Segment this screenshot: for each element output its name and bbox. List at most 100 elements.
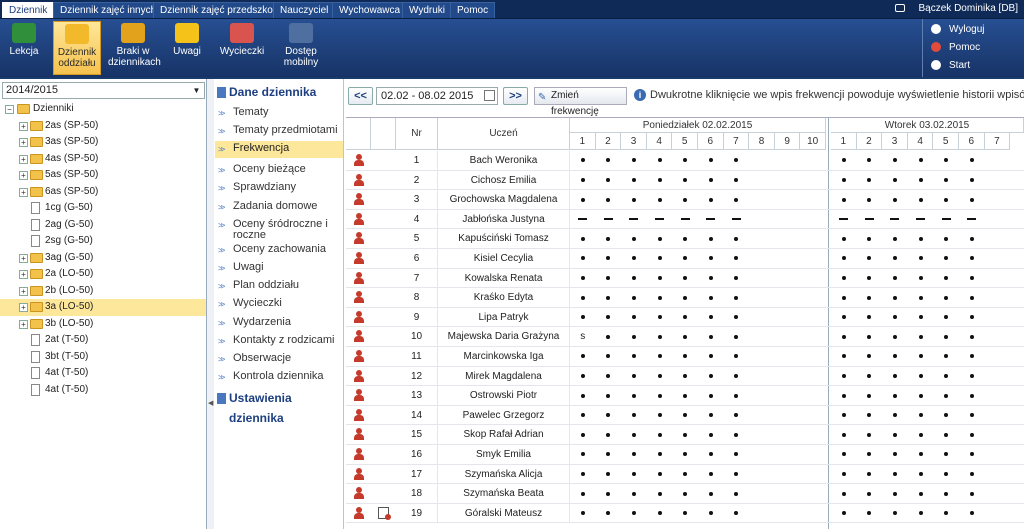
expand-icon[interactable]: +: [19, 154, 28, 164]
next-week-button[interactable]: >>: [503, 87, 528, 105]
student-name[interactable]: Kowalska Renata: [438, 268, 570, 288]
attendance-mark[interactable]: [933, 288, 959, 307]
attendance-mark[interactable]: [570, 386, 596, 405]
attendance-mark[interactable]: [570, 210, 596, 229]
tree-item[interactable]: +5as (SP-50): [0, 167, 206, 184]
attendance-mark[interactable]: [672, 308, 698, 327]
attendance-mark[interactable]: [882, 229, 908, 248]
person-icon[interactable]: [354, 428, 364, 441]
attendance-mark[interactable]: [672, 465, 698, 484]
student-name[interactable]: Kisiel Cecylia: [438, 249, 570, 268]
attendance-mark[interactable]: [933, 210, 959, 229]
attendance-mark[interactable]: [831, 171, 857, 190]
attendance-mark[interactable]: [698, 445, 724, 464]
attendance-mark[interactable]: [672, 151, 698, 170]
person-icon[interactable]: [354, 291, 364, 304]
attendance-mark[interactable]: [933, 229, 959, 248]
attendance-mark[interactable]: [831, 269, 857, 288]
attendance-mark[interactable]: [672, 406, 698, 425]
attendance-mark[interactable]: [959, 249, 985, 268]
attendance-mark[interactable]: [647, 190, 673, 209]
link-wyloguj[interactable]: Wyloguj: [931, 21, 984, 37]
attendance-mark[interactable]: [831, 288, 857, 307]
attendance-mark[interactable]: [698, 484, 724, 503]
tree-item[interactable]: +3ag (G-50): [0, 250, 206, 267]
attendance-mark[interactable]: [882, 308, 908, 327]
person-icon[interactable]: [354, 487, 364, 500]
chevron-down-icon[interactable]: ▼: [190, 84, 203, 97]
tree-item[interactable]: +3a (LO-50): [0, 299, 206, 316]
attendance-mark[interactable]: [908, 386, 934, 405]
tab-wydruki[interactable]: Wydruki: [402, 2, 453, 18]
toolbar-dziennik-oddziału-button[interactable]: Dziennik oddziału: [53, 21, 101, 75]
attendance-mark[interactable]: [831, 249, 857, 268]
attendance-mark[interactable]: [933, 386, 959, 405]
attendance-mark[interactable]: [882, 367, 908, 386]
tree-item[interactable]: +3as (SP-50): [0, 134, 206, 151]
attendance-mark[interactable]: [647, 386, 673, 405]
person-icon[interactable]: [354, 389, 364, 402]
attendance-mark[interactable]: [857, 190, 883, 209]
attendance-mark[interactable]: [933, 327, 959, 346]
attendance-mark[interactable]: [621, 229, 647, 248]
attendance-mark[interactable]: [698, 190, 724, 209]
attendance-mark[interactable]: [621, 288, 647, 307]
attendance-mark[interactable]: [857, 406, 883, 425]
student-name[interactable]: Marcinkowska Iga: [438, 347, 570, 366]
link-pomoc[interactable]: Pomoc: [931, 39, 984, 55]
toolbar-lekcja-button[interactable]: Lekcja: [4, 21, 44, 75]
attendance-mark[interactable]: [882, 210, 908, 229]
menu-item-kontakty-z-rodzicami[interactable]: >> Kontakty z rodzicami: [215, 333, 343, 350]
attendance-mark[interactable]: [698, 151, 724, 170]
attendance-mark[interactable]: [570, 308, 596, 327]
person-icon[interactable]: [354, 448, 364, 460]
attendance-mark[interactable]: [596, 504, 622, 523]
attendance-mark[interactable]: [857, 386, 883, 405]
attendance-mark[interactable]: [621, 504, 647, 523]
attendance-mark[interactable]: [647, 504, 673, 523]
attendance-mark[interactable]: [570, 151, 596, 170]
attendance-mark[interactable]: [596, 249, 622, 268]
attendance-mark[interactable]: [959, 229, 985, 248]
attendance-mark[interactable]: [882, 484, 908, 503]
attendance-mark[interactable]: [908, 445, 934, 464]
attendance-mark[interactable]: [857, 249, 883, 268]
attendance-mark[interactable]: [570, 269, 596, 288]
attendance-mark[interactable]: [672, 171, 698, 190]
school-year-select[interactable]: 2014/2015 ▼: [2, 82, 205, 99]
tree-item[interactable]: +3b (LO-50): [0, 316, 206, 333]
tree-item[interactable]: 1cg (G-50): [0, 200, 206, 217]
tab-wychowawca[interactable]: Wychowawca: [332, 2, 408, 18]
attendance-mark[interactable]: [621, 484, 647, 503]
student-name[interactable]: Majewska Daria Grażyna: [438, 327, 570, 347]
attendance-mark[interactable]: [831, 151, 857, 170]
attendance-mark[interactable]: [698, 327, 724, 346]
tab-dziennik-zajęć-przedszkola[interactable]: Dziennik zajęć przedszkola: [153, 2, 288, 18]
attendance-mark[interactable]: [857, 445, 883, 464]
attendance-mark[interactable]: [647, 249, 673, 268]
attendance-mark[interactable]: [672, 367, 698, 386]
attendance-mark[interactable]: [959, 308, 985, 327]
attendance-mark[interactable]: [959, 210, 985, 229]
attendance-mark[interactable]: [724, 406, 750, 425]
attendance-mark[interactable]: [621, 425, 647, 444]
attendance-mark[interactable]: [882, 504, 908, 523]
student-name[interactable]: Kraśko Edyta: [438, 288, 570, 308]
person-icon[interactable]: [354, 350, 364, 362]
attendance-mark[interactable]: [857, 367, 883, 386]
attendance-mark[interactable]: [698, 386, 724, 405]
menu-item-kontrola-dziennika[interactable]: >> Kontrola dziennika: [215, 369, 343, 386]
attendance-mark[interactable]: [908, 151, 934, 170]
attendance-mark[interactable]: [882, 171, 908, 190]
toolbar-uwagi-button[interactable]: Uwagi: [166, 21, 208, 75]
person-icon[interactable]: [354, 232, 364, 245]
attendance-mark[interactable]: [596, 151, 622, 170]
attendance-mark[interactable]: [882, 406, 908, 425]
attendance-mark[interactable]: [698, 171, 724, 190]
attendance-mark[interactable]: [647, 151, 673, 170]
attendance-mark[interactable]: [933, 308, 959, 327]
attendance-mark[interactable]: [621, 327, 647, 346]
attendance-mark[interactable]: [672, 269, 698, 288]
tab-pomoc[interactable]: Pomoc: [450, 2, 496, 18]
attendance-mark[interactable]: [857, 151, 883, 170]
